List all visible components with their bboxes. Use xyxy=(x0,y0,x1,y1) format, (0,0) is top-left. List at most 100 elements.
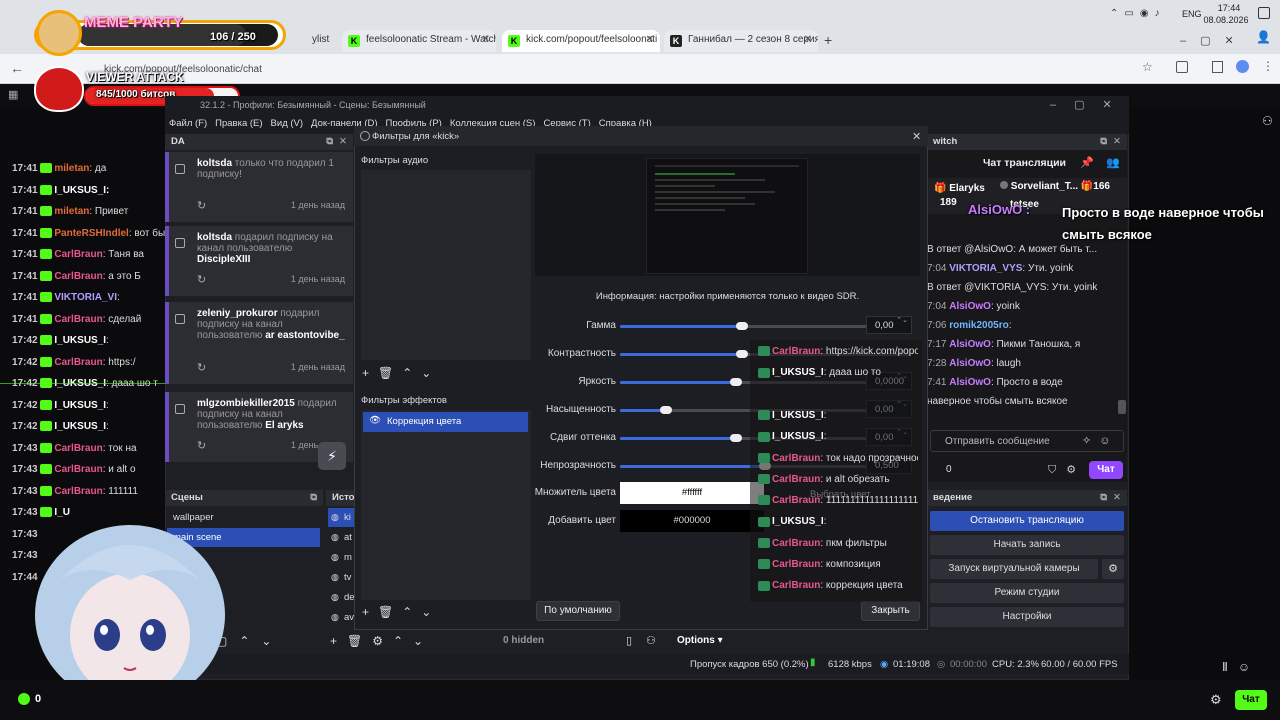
slider-handle[interactable] xyxy=(735,350,748,358)
options-dropdown[interactable]: Options ▾ xyxy=(677,635,723,646)
slider-handle[interactable] xyxy=(730,434,742,442)
browser-tab[interactable]: Kfeelsoloonatic Stream - Watch ✕ xyxy=(342,30,496,52)
chat-send-button[interactable]: Чат xyxy=(1089,461,1123,479)
chat-user[interactable]: CarlBraun xyxy=(772,559,820,570)
source-item[interactable]: ◍ av xyxy=(328,608,354,627)
extensions-icon[interactable] xyxy=(1176,61,1188,73)
source-item[interactable]: ◍ m xyxy=(328,548,354,567)
chat-user[interactable]: I_U xyxy=(54,507,70,518)
float-icon[interactable]: ⧉ xyxy=(1100,136,1107,147)
replay-icon[interactable]: ↻ xyxy=(197,199,206,212)
users-icon[interactable]: ⚇ xyxy=(1262,114,1273,128)
chat-user[interactable]: miletan xyxy=(54,163,89,174)
star-icon[interactable]: ☆ xyxy=(1142,60,1153,74)
chat-user[interactable]: I_UKSUS_I xyxy=(772,410,824,421)
menu-item[interactable]: Правка (E) xyxy=(211,116,266,131)
chat-user[interactable]: I_UKSUS_I xyxy=(772,516,824,527)
pin-icon[interactable]: 📌 xyxy=(1080,156,1094,169)
chat-user[interactable]: AlsiOwO xyxy=(949,339,991,350)
close-icon[interactable]: ✕ xyxy=(646,34,654,45)
chat-user[interactable]: I_UKSUS_I xyxy=(772,367,824,378)
float-icon[interactable]: ⧉ xyxy=(326,136,333,147)
audio-filter-toolbar[interactable]: +🗑⌃⌄ xyxy=(362,366,444,382)
chat-user[interactable]: CarlBraun xyxy=(772,538,820,549)
multiply-color-swatch[interactable]: #ffffff xyxy=(620,482,764,504)
apps-icon[interactable]: ▦ xyxy=(8,88,18,101)
stop-stream-button[interactable]: Остановить трансляцию xyxy=(930,511,1124,531)
sidebar-icon[interactable] xyxy=(1212,61,1223,73)
chat-user[interactable]: I_UKSUS_I xyxy=(54,400,106,411)
source-item[interactable]: ◍ de xyxy=(328,588,354,607)
close-icon[interactable]: ✕ xyxy=(339,136,347,147)
slider-handle[interactable] xyxy=(660,406,673,414)
menu-item[interactable]: Вид (V) xyxy=(267,116,308,131)
browser-tab[interactable]: K Ганнибал — 2 сезон 8 серия ✕ xyxy=(664,30,818,52)
chat-user[interactable]: CarlBraun xyxy=(54,464,102,475)
virtual-camera-button[interactable]: Запуск виртуальной камеры xyxy=(930,559,1098,579)
chat-user[interactable]: miletan xyxy=(54,206,89,217)
spinbox-arrows[interactable]: ⌃⌄ xyxy=(896,317,908,325)
chat-user[interactable]: CarlBraun xyxy=(772,346,820,357)
chat-scrollbar[interactable] xyxy=(1118,400,1126,414)
chat-user[interactable]: CarlBraun xyxy=(54,486,102,497)
setting-spinbox[interactable]: 0,00⌃⌄ xyxy=(866,316,912,334)
browser-tab[interactable]: ylist xyxy=(288,30,336,52)
menu-icon[interactable]: ⋮ xyxy=(1262,59,1274,73)
chat-user[interactable]: VIKTORIA_VYS xyxy=(949,263,1022,274)
settings-button[interactable]: Настройки xyxy=(930,607,1124,627)
avatar[interactable] xyxy=(1236,60,1249,73)
source-item[interactable]: ◍ ki xyxy=(328,508,354,527)
bottom-chat-button[interactable]: Чат xyxy=(1235,690,1267,710)
chat-user[interactable]: AlsiOwO xyxy=(949,377,991,388)
start-record-button[interactable]: Начать запись xyxy=(930,535,1124,555)
defaults-button[interactable]: По умолчанию xyxy=(536,601,620,621)
replay-icon[interactable]: ↻ xyxy=(197,273,206,286)
language-indicator[interactable]: ENG xyxy=(1182,9,1202,19)
slider-handle[interactable] xyxy=(735,322,748,330)
replay-icon[interactable]: ↻ xyxy=(197,361,206,374)
audio-filters-list[interactable] xyxy=(361,170,531,360)
chat-user[interactable]: CarlBraun xyxy=(54,271,102,282)
source-item[interactable]: ◍ at xyxy=(328,528,354,547)
chat-user[interactable]: I_UKSUS_I xyxy=(54,335,106,346)
obs-window-controls[interactable]: –▢✕ xyxy=(1050,98,1130,111)
lightning-icon[interactable]: ⚡ xyxy=(318,442,346,470)
browser-tab-active[interactable]: Kkick.com/popout/feelsoloonati ✕ xyxy=(502,30,660,52)
chat-user[interactable]: PanteRSHIndlel xyxy=(54,228,128,239)
gear-icon[interactable]: ⚙ xyxy=(1210,692,1222,708)
gear-icon[interactable]: ⚙ xyxy=(1102,559,1124,579)
close-icon[interactable]: ✕ xyxy=(912,130,921,143)
chat-user[interactable]: CarlBraun xyxy=(54,249,102,260)
url-field[interactable]: kick.com/popout/feelsoloonatic/chat xyxy=(94,61,1144,79)
users-icon[interactable]: 👥 xyxy=(1106,156,1120,169)
chat-user[interactable]: CarlBraun xyxy=(54,443,102,454)
chat-user[interactable]: AlsiOwO xyxy=(949,301,991,312)
users-icon[interactable]: 👤 xyxy=(1256,30,1271,44)
eye-icon[interactable]: 👁 xyxy=(369,415,381,426)
notification-icon[interactable] xyxy=(1258,7,1270,19)
studio-mode-button[interactable]: Режим студии xyxy=(930,583,1124,603)
emote-icons[interactable]: ✧☺ xyxy=(1082,434,1118,447)
chat-user[interactable]: romik2005ro xyxy=(949,320,1008,331)
close-icon[interactable]: ✕ xyxy=(482,34,490,45)
window-controls[interactable]: –▢✕ xyxy=(1180,34,1248,47)
replay-icon[interactable]: ↻ xyxy=(197,439,206,452)
chat-user[interactable]: I_UKSUS_I: xyxy=(54,185,109,196)
close-icon[interactable]: ✕ xyxy=(1113,492,1121,503)
chat-user[interactable]: CarlBraun xyxy=(54,314,102,325)
shield-settings-icons[interactable]: ⛉⚙ xyxy=(1048,463,1086,477)
chat-user[interactable]: CarlBraun xyxy=(54,357,102,368)
close-button[interactable]: Закрыть xyxy=(861,601,920,621)
chat-user[interactable]: VIKTORIA_VI xyxy=(54,292,117,303)
chat-user[interactable]: CarlBraun xyxy=(772,495,820,506)
menu-item[interactable]: Файл (F) xyxy=(165,116,211,131)
add-color-swatch[interactable]: #000000 xyxy=(620,510,764,532)
chat-user[interactable]: I_UKSUS_I xyxy=(54,421,106,432)
filter-item-color-correction[interactable]: 👁 Коррекция цвета xyxy=(363,412,528,432)
source-toolbar[interactable]: +🗑⚙⌃⌄ xyxy=(330,634,433,648)
float-icon[interactable]: ⧉ xyxy=(1100,492,1107,503)
chat-user[interactable]: CarlBraun xyxy=(772,580,820,591)
effect-filter-toolbar[interactable]: +🗑⌃⌄ xyxy=(362,605,444,621)
slider-handle[interactable] xyxy=(730,378,742,386)
new-tab-button[interactable]: + xyxy=(824,32,832,48)
